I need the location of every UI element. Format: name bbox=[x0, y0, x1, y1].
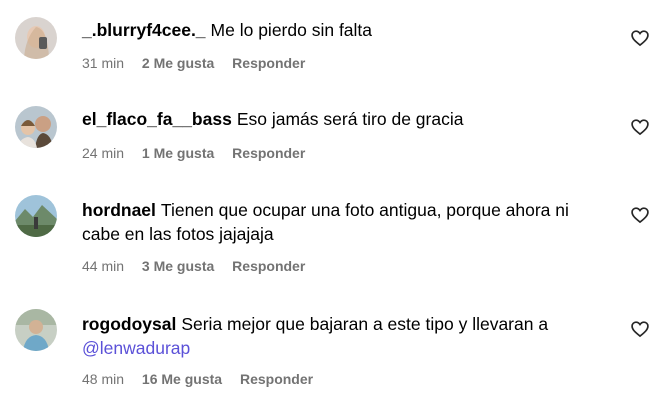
avatar[interactable] bbox=[15, 106, 57, 148]
timestamp[interactable]: 48 min bbox=[82, 371, 124, 387]
comment-meta: 24 min 1 Me gusta Responder bbox=[82, 144, 319, 162]
reply-button[interactable]: Responder bbox=[240, 371, 313, 387]
username-link[interactable]: hordnael bbox=[82, 200, 156, 220]
likes-count[interactable]: 16 Me gusta bbox=[142, 371, 222, 387]
username-link[interactable]: el_flaco_fa__bass bbox=[82, 109, 232, 129]
comment-text: el_flaco_fa__bass Eso jamás será tiro de … bbox=[82, 107, 603, 131]
heart-outline-icon[interactable] bbox=[630, 205, 650, 225]
reply-button[interactable]: Responder bbox=[232, 258, 305, 274]
comment-meta: 48 min 16 Me gusta Responder bbox=[82, 370, 327, 388]
username-link[interactable]: _.blurryf4cee._ bbox=[82, 20, 206, 40]
reply-button[interactable]: Responder bbox=[232, 55, 305, 71]
heart-outline-icon[interactable] bbox=[630, 117, 650, 137]
heart-outline-icon[interactable] bbox=[630, 28, 650, 48]
comment-meta: 31 min 2 Me gusta Responder bbox=[82, 54, 319, 72]
comment-meta: 44 min 3 Me gusta Responder bbox=[82, 257, 319, 275]
comment-body: Seria mejor que bajaran a este tipo y ll… bbox=[181, 314, 549, 334]
likes-count[interactable]: 3 Me gusta bbox=[142, 258, 214, 274]
comment-body: Me lo pierdo sin falta bbox=[210, 20, 373, 40]
timestamp[interactable]: 44 min bbox=[82, 258, 124, 274]
comment-text: rogodoysal Seria mejor que bajaran a este… bbox=[82, 312, 603, 360]
comment-body: Eso jamás será tiro de gracia bbox=[236, 109, 464, 129]
likes-count[interactable]: 1 Me gusta bbox=[142, 145, 214, 161]
avatar[interactable] bbox=[15, 17, 57, 59]
timestamp[interactable]: 24 min bbox=[82, 145, 124, 161]
comment-text: hordnael Tienen que ocupar una foto antig… bbox=[82, 198, 603, 246]
avatar[interactable] bbox=[15, 309, 57, 351]
comment-text: _.blurryf4cee._ Me lo pierdo sin falta bbox=[82, 18, 603, 42]
avatar[interactable] bbox=[15, 195, 57, 237]
heart-outline-icon[interactable] bbox=[630, 319, 650, 339]
reply-button[interactable]: Responder bbox=[232, 145, 305, 161]
username-link[interactable]: rogodoysal bbox=[82, 314, 176, 334]
mention-link[interactable]: @lenwadurap bbox=[82, 338, 190, 358]
likes-count[interactable]: 2 Me gusta bbox=[142, 55, 214, 71]
timestamp[interactable]: 31 min bbox=[82, 55, 124, 71]
